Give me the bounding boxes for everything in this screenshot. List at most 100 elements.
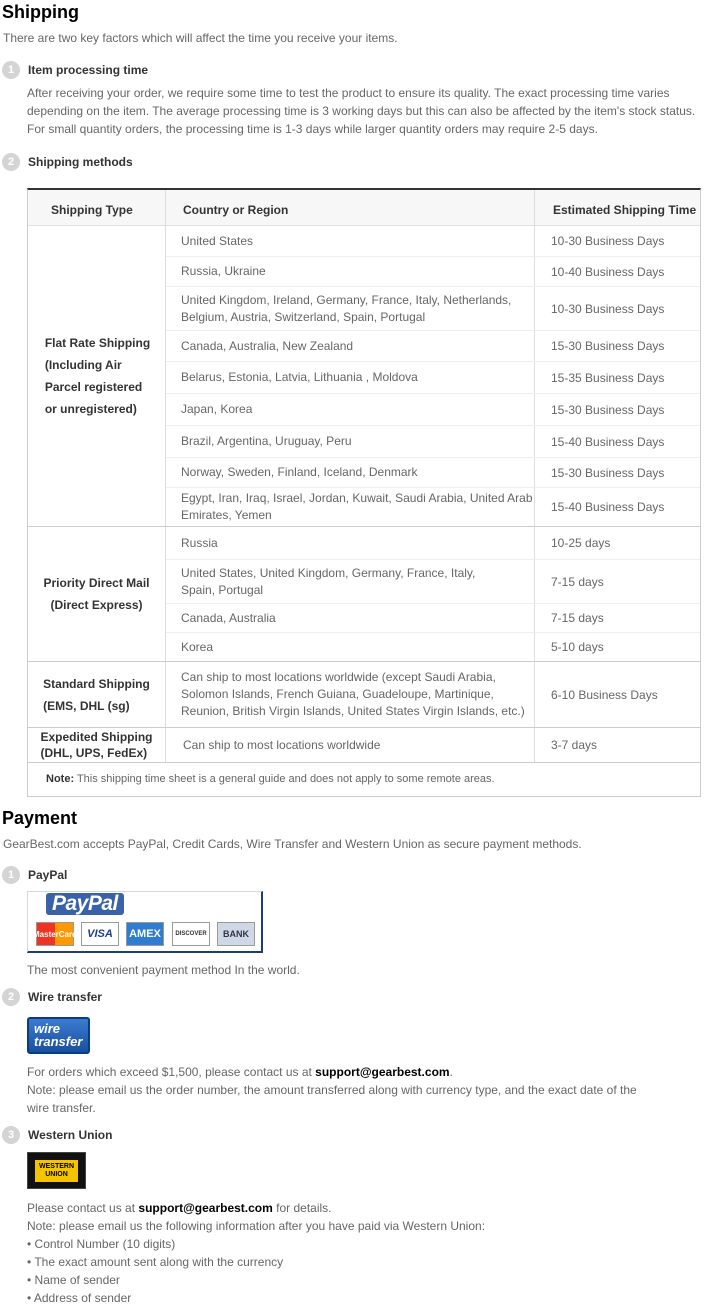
shipping-type-cell: Standard Shipping (EMS, DHL (sg) [28, 662, 165, 727]
table-row: United States 10-30 Business Days [166, 226, 700, 257]
table-row: Russia 10-25 days [166, 527, 700, 560]
time-cell: 15-40 Business Days [551, 434, 665, 449]
time-cell: 3-7 days [551, 738, 598, 752]
visa-icon: VISA [81, 922, 119, 946]
processing-text: After receiving your order, we require s… [27, 84, 699, 138]
shipping-group-flat-rate: Flat Rate Shipping (Including Air Parcel… [28, 226, 700, 527]
step-title: Item processing time [28, 63, 149, 77]
table-row: Japan, Korea 15-30 Business Days [166, 394, 700, 426]
country-cell: Norway, Sweden, Finland, Iceland, Denmar… [181, 465, 418, 479]
shipping-type-cell: Priority Direct Mail (Direct Express) [28, 527, 165, 661]
processing-line: After receiving your order, we require s… [27, 86, 670, 100]
table-row: Egypt, Iran, Iraq, Israel, Jordan, Kuwai… [166, 488, 700, 526]
time-cell: 15-30 Business Days [551, 402, 665, 417]
list-item: • Control Number (10 digits) [27, 1237, 176, 1251]
bank-icon: BANK [217, 922, 255, 946]
shipping-group-standard: Standard Shipping (EMS, DHL (sg) Can shi… [28, 662, 700, 728]
shipping-intro: There are two key factors which will aff… [3, 31, 398, 45]
country-cell: United States, United Kingdom, Germany, … [181, 565, 476, 597]
step-number-badge: 1 [2, 866, 20, 884]
shipping-type-label: Expedited Shipping (DHL, UPS, FedEx) [40, 730, 153, 760]
western-union-text: Please contact us at support@gearbest.co… [27, 1199, 699, 1307]
time-cell: 6-10 Business Days [551, 687, 658, 702]
country-cell: Canada, Australia, New Zealand [181, 338, 354, 353]
time-cell: 15-30 Business Days [551, 465, 665, 480]
time-cell: 15-40 Business Days [551, 500, 665, 514]
paypal-desc: The most convenient payment method In th… [27, 963, 300, 977]
table-note: Note: This shipping time sheet is a gene… [28, 763, 700, 798]
table-row: Brazil, Argentina, Uruguay, Peru 15-40 B… [166, 426, 700, 458]
time-cell: 7-15 days [551, 611, 604, 625]
table-row: Can ship to most locations worldwide (ex… [166, 662, 700, 727]
table-row: Norway, Sweden, Finland, Iceland, Denmar… [166, 458, 700, 488]
list-item: • Name of sender [27, 1273, 120, 1287]
country-cell: Brazil, Argentina, Uruguay, Peru [181, 434, 352, 448]
country-cell: Korea [181, 639, 214, 654]
support-email-link[interactable]: support@gearbest.com [315, 1065, 449, 1079]
western-union-logo: WESTERN UNION [27, 1152, 86, 1189]
time-cell: 10-40 Business Days [551, 264, 665, 279]
country-cell: Egypt, Iran, Iraq, Israel, Jordan, Kuwai… [181, 491, 533, 522]
country-cell: Russia, Ukraine [181, 264, 266, 278]
wire-text: For orders which exceed $1,500, please c… [27, 1065, 637, 1115]
shipping-type-cell: Expedited Shipping (DHL, UPS, FedEx) [28, 728, 165, 762]
table-row: Canada, Australia, New Zealand 15-30 Bus… [166, 331, 700, 362]
shipping-group-priority: Priority Direct Mail (Direct Express) Ru… [28, 527, 700, 662]
discover-icon: DISCOVER [172, 922, 210, 946]
country-cell: Russia [181, 535, 218, 550]
table-row: United Kingdom, Ireland, Germany, France… [166, 287, 700, 331]
country-cell: Can ship to most locations worldwide [183, 737, 381, 752]
step-wire-transfer: 2 Wire transfer [2, 988, 102, 1006]
step-title: Wire transfer [28, 990, 102, 1004]
step-number-badge: 2 [2, 153, 20, 171]
step-title: PayPal [28, 868, 68, 882]
step-title: Western Union [28, 1128, 113, 1142]
shipping-type-cell: Flat Rate Shipping (Including Air Parcel… [28, 226, 165, 526]
step-item-processing: 1 Item processing time [2, 61, 148, 79]
table-row: Canada, Australia 7-15 days [166, 604, 700, 633]
header-shipping-type: Shipping Type [51, 203, 133, 217]
shipping-table: Shipping Type Country or Region Estimate… [27, 188, 701, 797]
shipping-type-label: Standard Shipping (EMS, DHL (sg) [43, 676, 150, 713]
country-cell: Can ship to most locations worldwide (ex… [181, 670, 525, 718]
processing-line: depending on the item. The average proce… [27, 104, 696, 118]
amex-icon: AMEX [126, 922, 164, 946]
note-label: Note: [46, 773, 75, 785]
shipping-type-label: Priority Direct Mail (Direct Express) [43, 576, 150, 612]
list-item: • The exact amount sent along with the c… [27, 1255, 284, 1269]
wire-logo-line: transfer [34, 1034, 83, 1049]
time-cell: 15-30 Business Days [551, 339, 665, 353]
step-shipping-methods: 2 Shipping methods [2, 153, 133, 171]
time-cell: 10-30 Business Days [551, 234, 665, 248]
shipping-type-label: Flat Rate Shipping (Including Air Parcel… [44, 336, 151, 416]
step-number-badge: 3 [2, 1126, 20, 1144]
time-cell: 5-10 days [551, 640, 604, 654]
paypal-logo: PayPal MasterCard VISA AMEX DISCOVER BAN… [27, 891, 263, 953]
table-header: Shipping Type Country or Region Estimate… [28, 190, 700, 226]
table-row: Russia, Ukraine 10-40 Business Days [166, 257, 700, 287]
support-email-link[interactable]: support@gearbest.com [138, 1201, 272, 1215]
country-cell: Japan, Korea [181, 402, 253, 416]
time-cell: 7-15 days [551, 574, 604, 589]
time-cell: 10-30 Business Days [551, 301, 665, 316]
table-row: Belarus, Estonia, Latvia, Lithuania , Mo… [166, 362, 700, 394]
table-row: Can ship to most locations worldwide 3-7… [166, 728, 700, 762]
country-cell: Canada, Australia [181, 610, 276, 625]
step-paypal: 1 PayPal [2, 866, 67, 884]
list-item: • Address of sender [27, 1291, 132, 1305]
header-country: Country or Region [183, 203, 289, 217]
step-title: Shipping methods [28, 155, 133, 169]
step-western-union: 3 Western Union [2, 1126, 112, 1144]
paypal-wordmark: PayPal [46, 893, 124, 915]
step-number-badge: 2 [2, 988, 20, 1006]
payment-intro: GearBest.com accepts PayPal, Credit Card… [3, 837, 582, 851]
header-time: Estimated Shipping Time [553, 203, 697, 217]
wire-transfer-logo: wire transfer [27, 1017, 90, 1054]
shipping-title: Shipping [2, 2, 79, 22]
payment-title: Payment [2, 808, 78, 828]
mastercard-icon: MasterCard [33, 922, 77, 946]
country-cell: Belarus, Estonia, Latvia, Lithuania , Mo… [181, 370, 418, 384]
processing-line: For small quantity orders, the processin… [27, 122, 598, 136]
note-text: This shipping time sheet is a general gu… [74, 773, 495, 785]
country-cell: United States [181, 233, 254, 248]
